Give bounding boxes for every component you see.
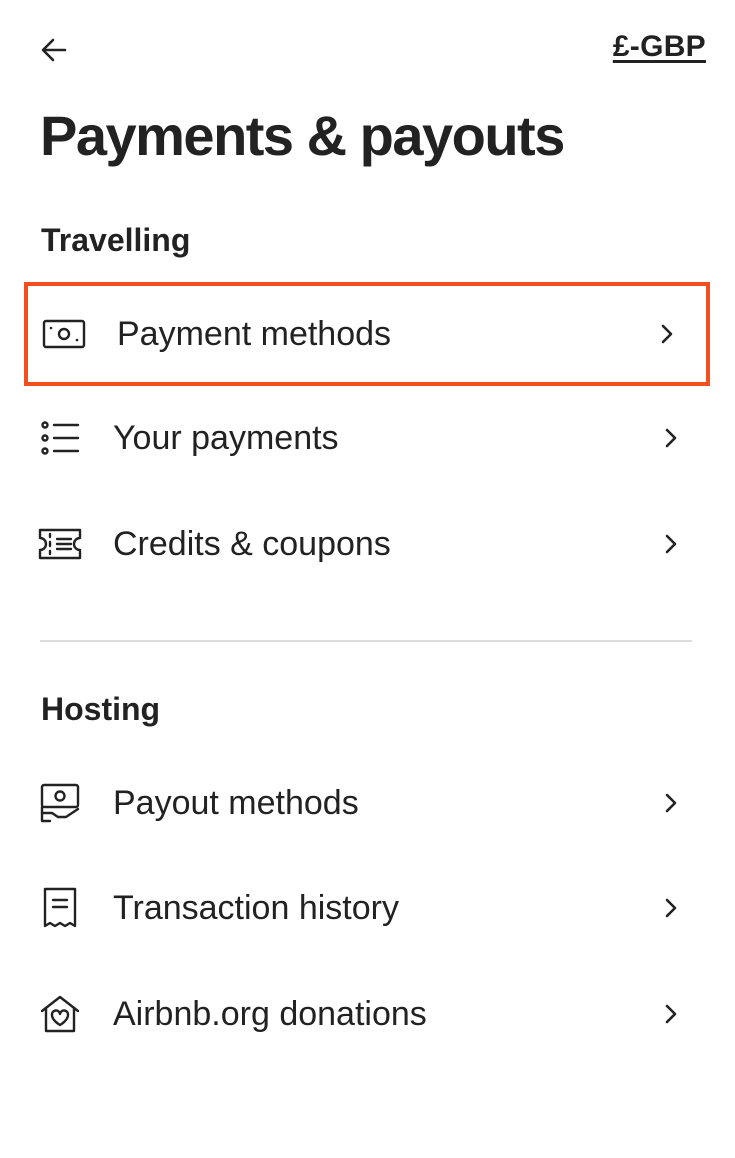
page-title: Payments & payouts (40, 104, 565, 167)
menu-item-airbnb-org-donations[interactable]: Airbnb.org donations (24, 962, 710, 1066)
currency-selector[interactable]: £-GBP (613, 30, 706, 64)
menu-item-label: Airbnb.org donations (113, 995, 427, 1033)
receipt-icon (38, 886, 82, 930)
chevron-right-icon (660, 792, 682, 814)
arrow-left-icon (41, 38, 67, 62)
top-bar: £-GBP (0, 0, 735, 100)
banknote-icon (42, 312, 86, 356)
menu-item-your-payments[interactable]: Your payments (24, 386, 710, 490)
heart-house-icon (38, 992, 82, 1036)
hand-money-icon (38, 781, 82, 825)
menu-item-label: Transaction history (113, 889, 399, 927)
chevron-right-icon (660, 1003, 682, 1025)
section-divider (40, 640, 692, 642)
menu-item-label: Payment methods (117, 315, 392, 353)
back-button[interactable] (32, 28, 76, 72)
menu-item-payment-methods[interactable]: Payment methods (24, 282, 710, 386)
chevron-right-icon (660, 427, 682, 449)
menu-item-label: Credits & coupons (113, 525, 391, 563)
chevron-right-icon (660, 897, 682, 919)
ticket-icon (38, 522, 82, 566)
section-heading-travelling: Travelling (41, 222, 191, 258)
chevron-right-icon (660, 533, 682, 555)
menu-item-label: Your payments (113, 419, 339, 457)
menu-item-label: Payout methods (113, 784, 359, 822)
chevron-right-icon (656, 323, 678, 345)
section-heading-hosting: Hosting (41, 691, 161, 727)
menu-item-payout-methods[interactable]: Payout methods (24, 751, 710, 855)
list-icon (38, 416, 82, 460)
menu-item-transaction-history[interactable]: Transaction history (24, 856, 710, 960)
menu-item-credits-coupons[interactable]: Credits & coupons (24, 492, 710, 596)
